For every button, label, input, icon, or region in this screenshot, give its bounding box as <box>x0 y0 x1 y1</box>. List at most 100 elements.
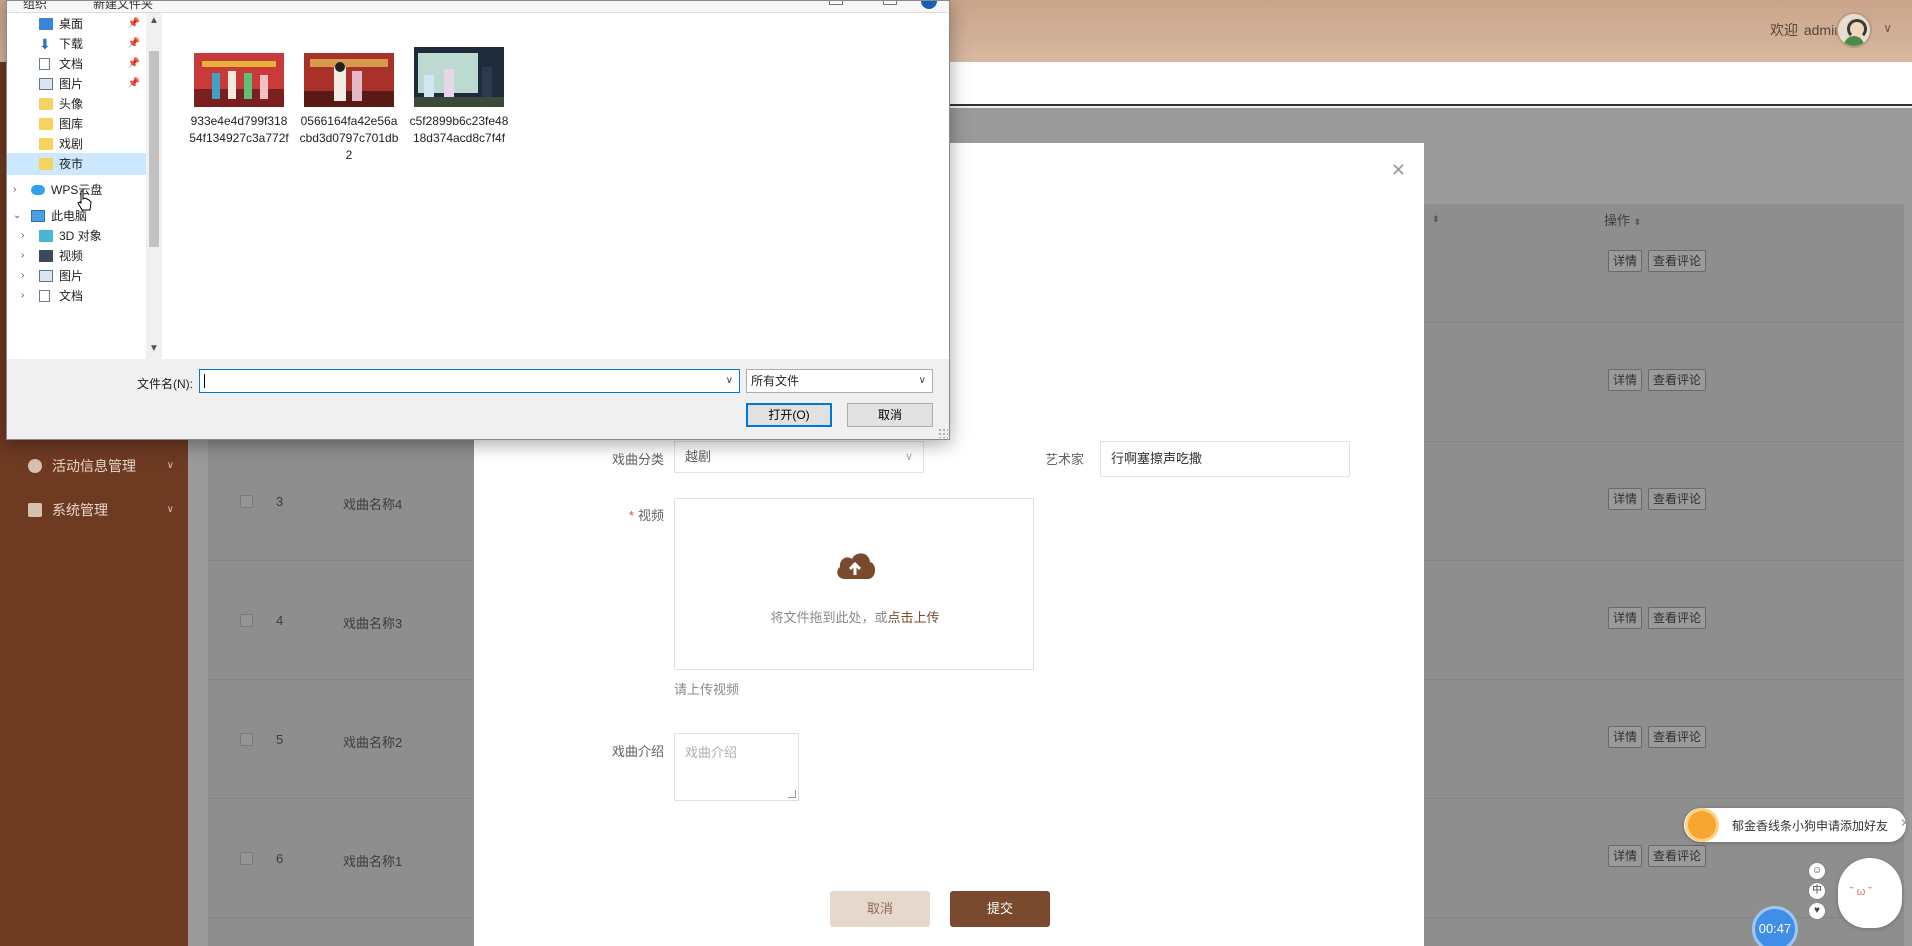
sidebar-item-activity[interactable]: 活动信息管理 ∨ <box>0 448 188 484</box>
sidebar-item-label: 系统管理 <box>52 502 108 518</box>
open-button[interactable]: 打开(O) <box>746 403 832 427</box>
required-mark: * <box>628 508 634 523</box>
intro-textarea[interactable]: 戏曲介绍 <box>674 733 799 801</box>
row-checkbox[interactable] <box>240 852 253 865</box>
category-select[interactable]: 越剧 ∨ <box>674 441 924 473</box>
document-icon <box>39 290 50 302</box>
nav-item-folder-nightmarket[interactable]: 夜市 <box>7 153 146 175</box>
nav-item-pictures-pc[interactable]: › 图片 <box>7 265 146 287</box>
file-item[interactable]: 0566164fa42e56acbd3d0797c701db2 <box>299 53 399 164</box>
view-comments-button[interactable]: 查看评论 <box>1648 488 1707 510</box>
pin-icon: 📌 <box>127 38 140 49</box>
help-icon[interactable] <box>921 1 937 9</box>
welcome-prefix: 欢迎 <box>1769 22 1798 38</box>
nav-item-desktop[interactable]: 桌面 📌 <box>7 13 146 35</box>
row-checkbox[interactable] <box>240 733 253 746</box>
view-comments-button[interactable]: 查看评论 <box>1648 369 1707 391</box>
file-thumbnail <box>304 53 394 107</box>
nav-item-label: 图片 <box>59 77 84 91</box>
dialog-toolbar: 组织 新建文件夹 <box>7 1 949 13</box>
detail-button[interactable]: 详情 <box>1608 607 1643 629</box>
view-comments-button[interactable]: 查看评论 <box>1648 607 1707 629</box>
video-label-text: 视频 <box>637 508 664 523</box>
nav-item-videos[interactable]: › 视频 <box>7 245 146 267</box>
resize-grip-icon[interactable] <box>938 428 948 438</box>
emoji-icon[interactable]: ☺ <box>1808 862 1826 880</box>
computer-icon <box>31 210 45 222</box>
close-icon[interactable]: ✕ <box>1900 816 1910 830</box>
nav-item-downloads[interactable]: ⬇ 下载 📌 <box>7 33 146 55</box>
file-thumbnail <box>414 47 504 107</box>
scroll-thumb[interactable] <box>149 51 159 247</box>
mascot-widget[interactable]: ˘ ω ˘ <box>1838 858 1902 928</box>
collapse-icon[interactable]: ⌄ <box>13 205 21 227</box>
row-checkbox[interactable] <box>240 614 253 627</box>
nav-item-3d-objects[interactable]: › 3D 对象 <box>7 225 146 247</box>
detail-button[interactable]: 详情 <box>1608 250 1643 272</box>
row-checkbox[interactable] <box>240 495 253 508</box>
artist-label: 艺术家 <box>1044 452 1084 467</box>
view-comments-button[interactable]: 查看评论 <box>1648 250 1707 272</box>
widget-shortcuts: ☺ 中 ♥ <box>1808 862 1830 922</box>
nav-item-pictures[interactable]: 图片 📌 <box>7 73 146 95</box>
gift-icon[interactable]: ♥ <box>1808 902 1826 920</box>
upload-tip: 请上传视频 <box>674 682 740 697</box>
chevron-down-icon[interactable]: ∨ <box>726 370 733 392</box>
cloud-upload-icon <box>837 553 876 579</box>
nav-item-folder-gallery[interactable]: 图库 <box>7 113 146 135</box>
activity-icon <box>28 459 42 473</box>
cancel-button[interactable]: 取消 <box>830 891 930 927</box>
filetype-select[interactable]: 所有文件 ∨ <box>746 369 933 393</box>
view-comments-button[interactable]: 查看评论 <box>1648 845 1707 867</box>
avatar[interactable] <box>1836 12 1872 48</box>
column-header-operation[interactable]: 操作 ⬍ <box>1604 210 1641 229</box>
expand-icon[interactable]: › <box>21 245 24 267</box>
timer-badge[interactable]: 00:47 <box>1752 906 1798 946</box>
file-item[interactable]: 933e4e4d799f31854f134927c3a772f <box>189 53 289 147</box>
expand-icon[interactable]: › <box>21 225 24 247</box>
submit-button[interactable]: 提交 <box>950 891 1050 927</box>
pin-icon: 📌 <box>127 58 140 69</box>
artist-input[interactable]: 行啊塞擦声吃撒 <box>1100 441 1350 477</box>
language-icon[interactable]: 中 <box>1808 882 1826 900</box>
download-icon: ⬇ <box>39 36 51 52</box>
scroll-down-icon[interactable]: ▼ <box>149 343 159 354</box>
sidebar-item-system[interactable]: 系统管理 ∨ <box>0 492 188 528</box>
filename-input[interactable]: ∨ <box>199 369 740 393</box>
detail-button[interactable]: 详情 <box>1608 369 1643 391</box>
cloud-icon <box>31 185 45 195</box>
detail-button[interactable]: 详情 <box>1608 488 1643 510</box>
expand-icon[interactable]: › <box>21 265 24 287</box>
nav-scrollbar[interactable]: ▲ ▼ <box>146 13 162 359</box>
view-comments-button[interactable]: 查看评论 <box>1648 726 1707 748</box>
scroll-up-icon[interactable]: ▲ <box>149 15 159 26</box>
upload-hint: 将文件拖到此处，或点击上传 <box>675 607 1035 626</box>
new-folder-button[interactable]: 新建文件夹 <box>93 1 153 12</box>
detail-button[interactable]: 详情 <box>1608 726 1643 748</box>
nav-item-label: 图库 <box>59 117 84 131</box>
chevron-down-icon[interactable]: ∨ <box>1883 21 1892 35</box>
detail-button[interactable]: 详情 <box>1608 845 1643 867</box>
expand-icon[interactable]: › <box>13 179 16 201</box>
expand-icon[interactable]: › <box>21 285 24 307</box>
sidebar-item-label: 活动信息管理 <box>52 458 136 474</box>
nav-item-documents[interactable]: 文档 📌 <box>7 53 146 75</box>
nav-item-folder-drama[interactable]: 戏剧 <box>7 133 146 155</box>
nav-item-folder-avatar[interactable]: 头像 <box>7 93 146 115</box>
dialog-cancel-button[interactable]: 取消 <box>847 403 933 427</box>
video-upload-dropzone[interactable]: 将文件拖到此处，或点击上传 <box>674 498 1034 670</box>
organize-button[interactable]: 组织 <box>23 1 47 12</box>
upload-link[interactable]: 点击上传 <box>888 610 940 625</box>
friend-request-notification[interactable]: 郁金香线条小狗申请添加好友 ✕ <box>1684 808 1910 842</box>
close-icon[interactable]: ✕ <box>1391 161 1406 179</box>
preview-pane-icon[interactable] <box>883 1 897 5</box>
row-index: 4 <box>276 613 284 628</box>
nav-item-label: 文档 <box>59 289 84 303</box>
nav-item-label: 桌面 <box>59 17 84 31</box>
upload-hint-text: 将文件拖到此处，或 <box>770 610 888 625</box>
nav-item-documents-pc[interactable]: › 文档 <box>7 285 146 307</box>
chevron-down-icon: ∨ <box>166 460 174 471</box>
view-options-icon[interactable] <box>829 1 843 5</box>
file-item[interactable]: c5f2899b6c23fe4818d374acd8c7f4f <box>409 47 509 147</box>
sort-icon[interactable]: ⬍ <box>1432 210 1440 225</box>
